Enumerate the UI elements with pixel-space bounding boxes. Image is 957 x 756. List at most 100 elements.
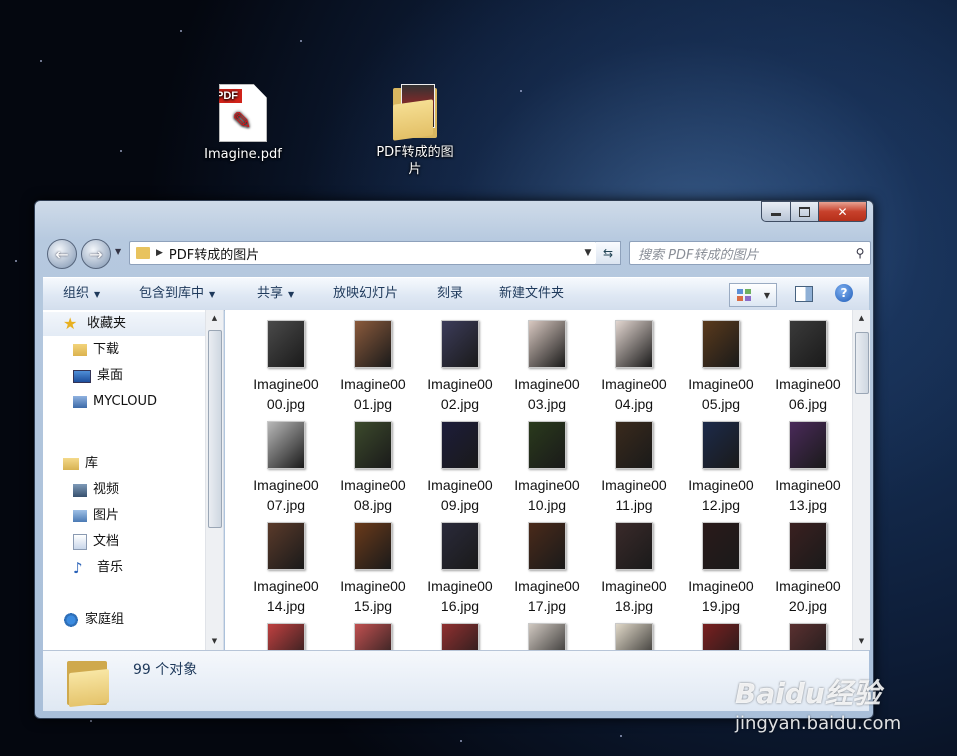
music-library-icon: ♪ (73, 559, 83, 577)
scroll-down-icon[interactable]: ▼ (206, 633, 223, 650)
burn-button[interactable]: 刻录 (437, 278, 463, 310)
file-item[interactable]: Imagine00 20.jpg (765, 522, 851, 616)
library-icon (63, 458, 79, 470)
scroll-thumb[interactable] (208, 330, 222, 528)
image-thumbnail (528, 623, 566, 650)
maximize-button[interactable] (791, 201, 819, 222)
back-arrow-icon: ← (55, 244, 69, 264)
file-item[interactable]: Imagine00 15.jpg (330, 522, 416, 616)
minimize-button[interactable] (761, 201, 791, 222)
recent-pages-dropdown[interactable]: ▼ (115, 247, 121, 256)
address-bar[interactable]: ▶ PDF转成的图片 ▼ (129, 241, 597, 265)
file-name: Imagine00 08.jpg (330, 475, 416, 515)
breadcrumb-arrow-icon[interactable]: ▶ (156, 248, 163, 258)
desktop-icon-pdf-images-folder[interactable]: PDF转成的图片 (368, 82, 462, 178)
search-box[interactable]: 搜索 PDF转成的图片 ⚲ (629, 241, 871, 265)
file-name-line2: 16.jpg (440, 598, 480, 614)
scroll-down-icon[interactable]: ▼ (853, 633, 870, 650)
view-options-dropdown[interactable]: ▼ (758, 283, 777, 307)
file-item[interactable]: Imagine00 03.jpg (504, 320, 590, 414)
scroll-up-icon[interactable]: ▲ (206, 310, 223, 327)
file-item[interactable]: Imagine00 08.jpg (330, 421, 416, 515)
file-item[interactable]: Imagine00 19.jpg (678, 522, 764, 616)
file-item[interactable] (591, 623, 677, 650)
file-item[interactable]: Imagine00 16.jpg (417, 522, 503, 616)
back-button[interactable]: ← (47, 239, 77, 269)
file-item[interactable]: Imagine00 07.jpg (243, 421, 329, 515)
folder-icon (391, 82, 439, 141)
forward-button[interactable]: → (81, 239, 111, 269)
help-button[interactable]: ? (835, 284, 853, 302)
file-name-line2: 02.jpg (440, 396, 480, 412)
nav-pictures-label: 图片 (93, 508, 120, 523)
file-name-line2: 20.jpg (788, 598, 828, 614)
file-name-line1: Imagine00 (775, 477, 841, 493)
chevron-down-icon: ▼ (209, 290, 216, 299)
file-item[interactable]: Imagine00 14.jpg (243, 522, 329, 616)
item-count: 99 个对象 (133, 662, 198, 678)
scroll-thumb[interactable] (855, 332, 869, 394)
nav-mycloud[interactable]: MYCLOUD (73, 390, 157, 414)
file-item[interactable]: Imagine00 02.jpg (417, 320, 503, 414)
image-thumbnail (354, 623, 392, 650)
file-item[interactable]: Imagine00 05.jpg (678, 320, 764, 414)
file-name-line1: Imagine00 (340, 477, 406, 493)
organize-menu[interactable]: 组织 ▼ (63, 278, 100, 310)
file-name-line2: 05.jpg (701, 396, 741, 412)
search-icon[interactable]: ⚲ (850, 246, 870, 260)
refresh-icon: ⇆ (602, 246, 614, 260)
file-name: Imagine00 18.jpg (591, 576, 677, 616)
file-item[interactable]: Imagine00 06.jpg (765, 320, 851, 414)
slideshow-button[interactable]: 放映幻灯片 (333, 278, 398, 310)
new-folder-button[interactable]: 新建文件夹 (499, 278, 564, 310)
content-scrollbar[interactable]: ▲ ▼ (852, 310, 870, 650)
nav-homegroup[interactable]: 家庭组 (63, 608, 124, 632)
desktop-icon-imagine-pdf[interactable]: PDF ✎ Imagine.pdf (196, 84, 290, 163)
file-name: Imagine00 10.jpg (504, 475, 590, 515)
file-item[interactable] (243, 623, 329, 650)
file-item[interactable] (765, 623, 851, 650)
file-item[interactable] (504, 623, 590, 650)
change-view-button[interactable] (729, 283, 759, 307)
address-dropdown-icon[interactable]: ▼ (580, 248, 596, 258)
nav-favorites-label: 收藏夹 (87, 316, 127, 331)
scroll-up-icon[interactable]: ▲ (853, 310, 870, 327)
refresh-button[interactable]: ⇆ (596, 241, 621, 265)
file-item[interactable]: Imagine00 11.jpg (591, 421, 677, 515)
navpane-scrollbar[interactable]: ▲ ▼ (205, 310, 223, 650)
file-item[interactable]: Imagine00 17.jpg (504, 522, 590, 616)
folder-icon (136, 247, 150, 259)
file-item[interactable]: Imagine00 18.jpg (591, 522, 677, 616)
nav-music[interactable]: ♪ 音乐 (73, 556, 123, 580)
file-item[interactable] (678, 623, 764, 650)
file-item[interactable]: Imagine00 00.jpg (243, 320, 329, 414)
nav-desktop[interactable]: 桌面 (73, 364, 123, 388)
file-list: Imagine00 00.jpg Imagine00 01.jpg Imagine00 0… (225, 310, 869, 650)
file-item[interactable] (330, 623, 416, 650)
include-library-label: 包含到库中 (139, 286, 205, 301)
nav-libraries[interactable]: 库 (63, 452, 98, 476)
file-item[interactable]: Imagine00 12.jpg (678, 421, 764, 515)
file-item[interactable] (417, 623, 503, 650)
file-item[interactable]: Imagine00 13.jpg (765, 421, 851, 515)
file-item[interactable]: Imagine00 10.jpg (504, 421, 590, 515)
minimize-icon (771, 213, 781, 216)
file-item[interactable]: Imagine00 01.jpg (330, 320, 416, 414)
nav-pictures[interactable]: 图片 (73, 504, 119, 528)
file-item[interactable]: Imagine00 04.jpg (591, 320, 677, 414)
nav-desktop-label: 桌面 (97, 368, 124, 383)
file-name-line2: 19.jpg (701, 598, 741, 614)
close-button[interactable]: ✕ (819, 201, 867, 222)
share-menu[interactable]: 共享 ▼ (257, 278, 294, 310)
nav-documents[interactable]: 文档 (73, 530, 119, 554)
nav-favorites[interactable]: ★ 收藏夹 (43, 312, 213, 336)
file-item[interactable]: Imagine00 09.jpg (417, 421, 503, 515)
nav-downloads[interactable]: 下载 (73, 338, 119, 362)
nav-videos[interactable]: 视频 (73, 478, 119, 502)
preview-pane-button[interactable] (795, 286, 813, 302)
image-thumbnail (702, 421, 740, 469)
search-input[interactable]: 搜索 PDF转成的图片 (630, 244, 850, 263)
include-in-library-menu[interactable]: 包含到库中 ▼ (139, 278, 215, 310)
breadcrumb-current[interactable]: PDF转成的图片 (169, 244, 580, 263)
image-thumbnail (702, 320, 740, 368)
